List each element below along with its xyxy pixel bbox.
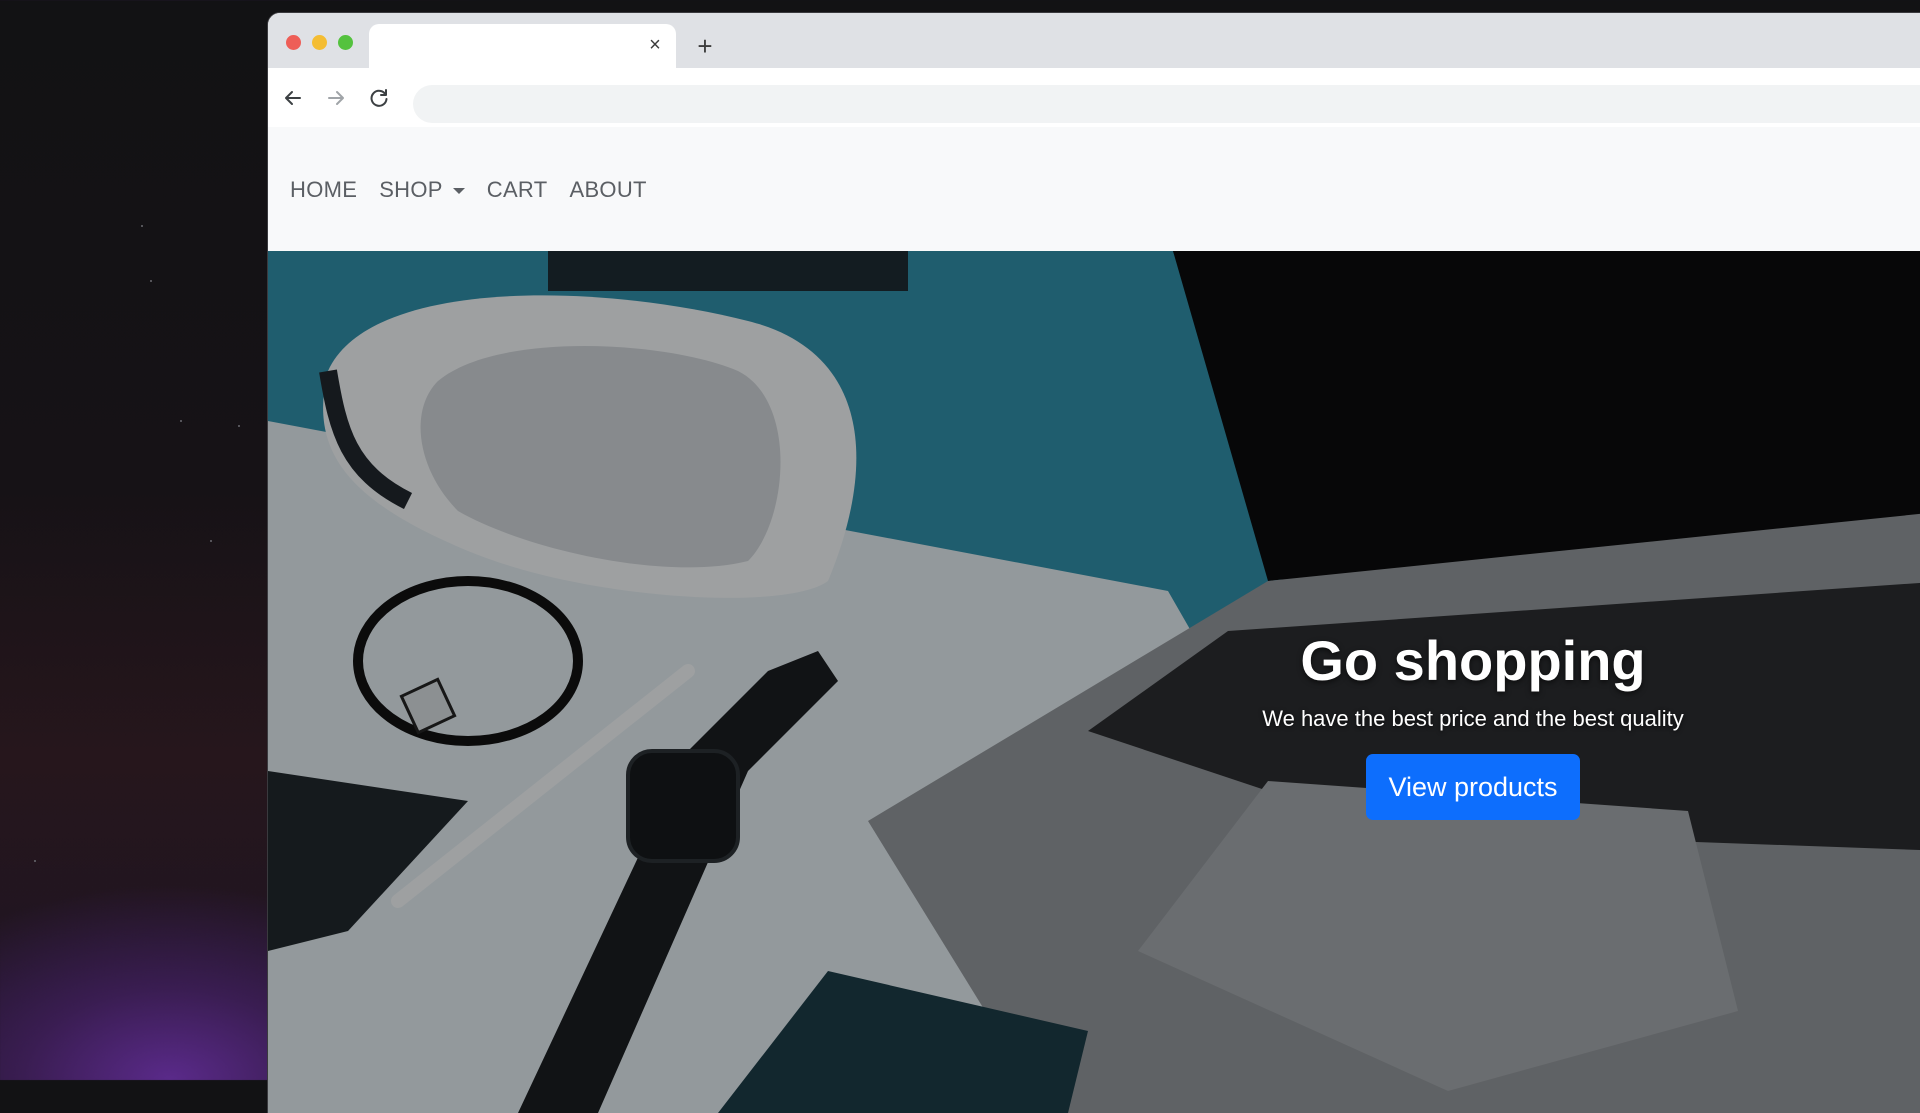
address-bar[interactable] <box>413 85 1920 125</box>
nav-menu: HOME SHOP CART ABOUT <box>290 177 647 203</box>
hero-subtitle: We have the best price and the best qual… <box>1262 706 1684 731</box>
hero-caption: Go shopping We have the best price and t… <box>1088 626 1858 820</box>
window-maximize-dot[interactable] <box>338 35 353 50</box>
nav-link-about[interactable]: ABOUT <box>569 177 646 203</box>
back-button[interactable] <box>279 84 307 112</box>
address-input[interactable] <box>413 85 1815 125</box>
desktop-star <box>34 860 36 862</box>
window-minimize-dot[interactable] <box>312 35 327 50</box>
nav-link-label: HOME <box>290 177 358 202</box>
nav-link-home[interactable]: HOME <box>290 177 357 203</box>
desktop-star <box>210 540 212 542</box>
site-navbar: HOME SHOP CART ABOUT <box>268 127 1920 251</box>
hero-title: Go shopping <box>1300 629 1646 692</box>
arrow-left-icon <box>285 91 301 105</box>
nav-link-label: CART <box>486 177 548 202</box>
reload-icon <box>370 89 388 107</box>
nav-link-cart[interactable]: CART <box>487 177 548 203</box>
nav-link-label: ABOUT <box>569 177 647 202</box>
desktop-star <box>150 280 152 282</box>
hero-carousel: Go shopping We have the best price and t… <box>268 251 1920 1113</box>
desktop-star <box>180 420 182 422</box>
tab-close-icon[interactable]: × <box>644 34 666 56</box>
browser-toolbar <box>268 68 1920 127</box>
browser-window: × + HOME SHOP CART ABOUT Go shopping We … <box>268 13 1920 1113</box>
desktop-star <box>141 225 143 227</box>
nav-link-shop[interactable]: SHOP <box>379 177 465 203</box>
view-products-button[interactable]: View products <box>1366 754 1580 820</box>
window-close-dot[interactable] <box>286 35 301 50</box>
nav-link-label: SHOP <box>379 177 443 202</box>
arrow-right-icon <box>328 91 344 105</box>
new-tab-button[interactable]: + <box>691 32 719 60</box>
reload-button[interactable] <box>365 84 393 112</box>
forward-button[interactable] <box>322 84 350 112</box>
browser-tab[interactable]: × <box>369 24 676 68</box>
caret-down-icon <box>452 188 465 194</box>
desktop-star <box>238 425 240 427</box>
tab-strip: × + <box>268 13 1920 68</box>
